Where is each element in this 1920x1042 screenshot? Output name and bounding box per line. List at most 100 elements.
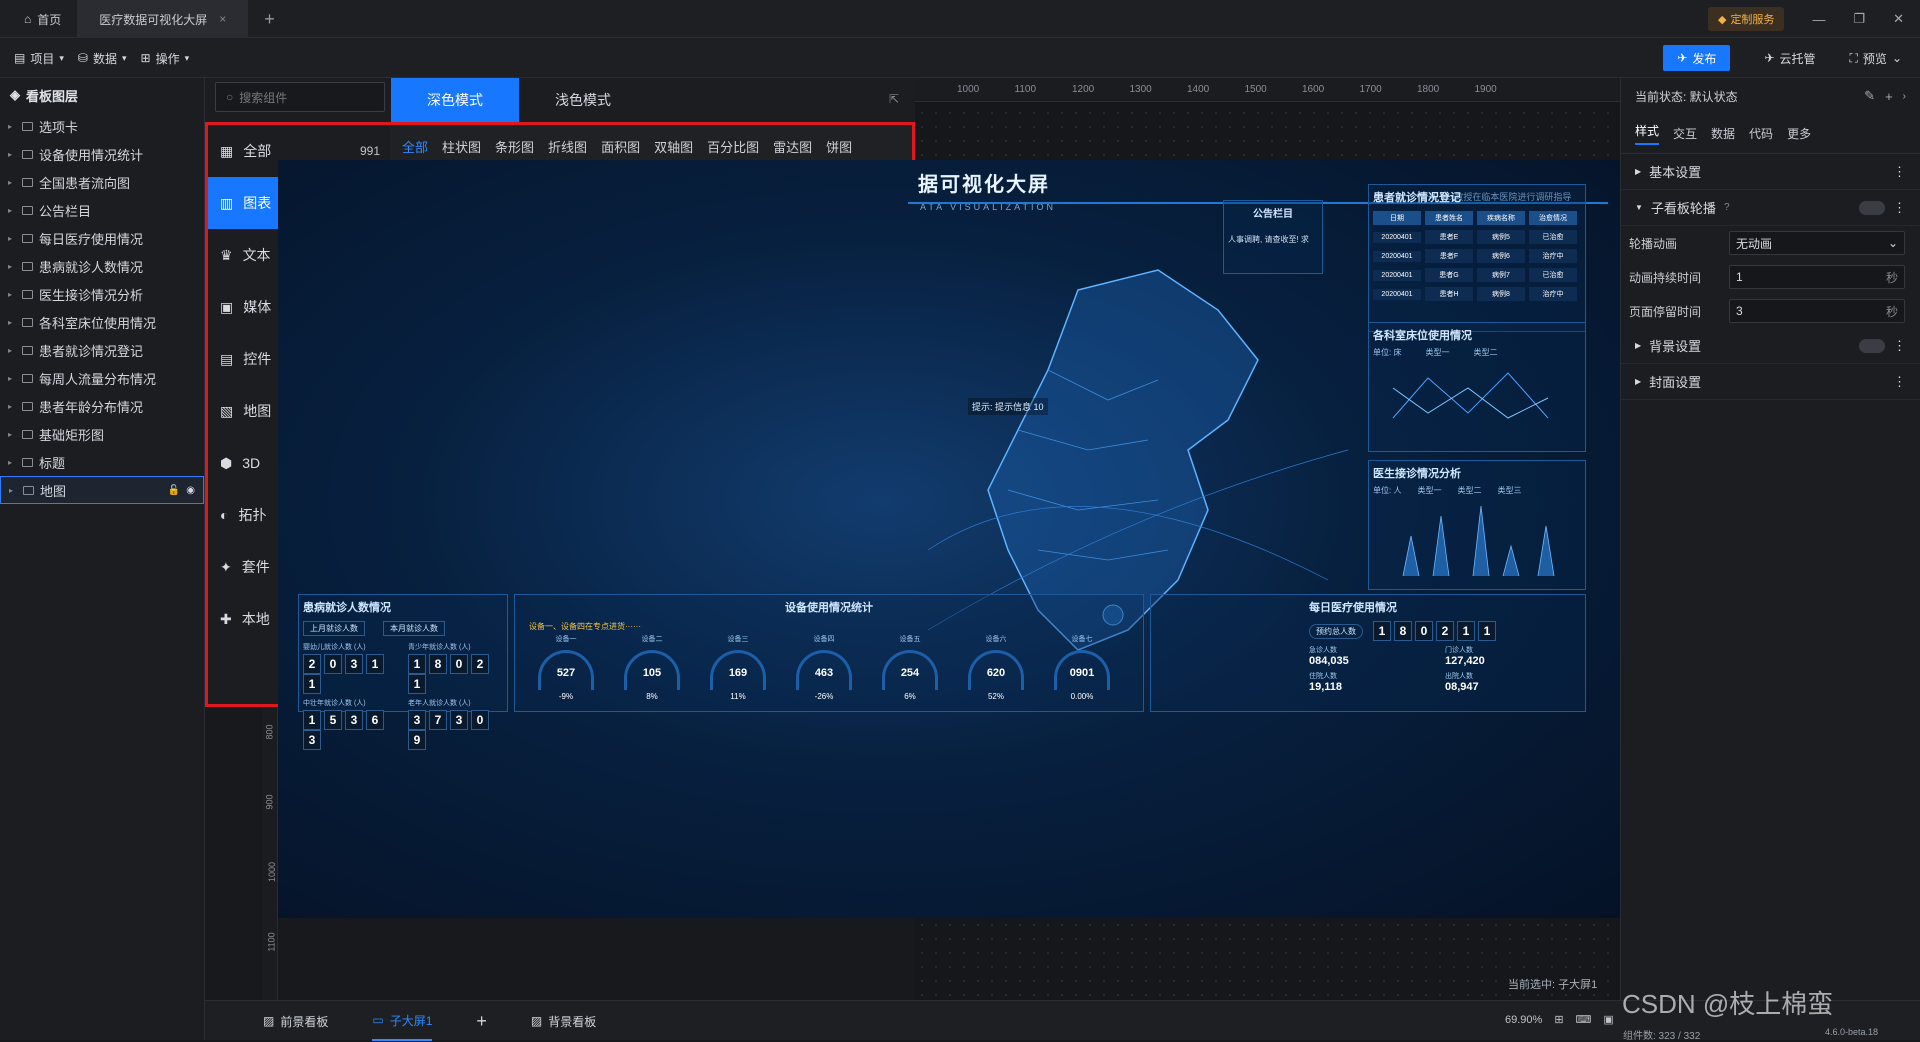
layer-item[interactable]: ▸ 每日医疗使用情况 [0, 224, 204, 252]
search-placeholder: 搜索组件 [239, 90, 288, 105]
layer-item[interactable]: ▸ 各科室床位使用情况 [0, 308, 204, 336]
daily-title: 每日医疗使用情况 [1309, 602, 1397, 614]
chevron-down-icon: ⌄ [1887, 236, 1898, 250]
light-mode-tab[interactable]: 浅色模式 [519, 78, 647, 122]
beds-legend-2: 类型二 [1473, 348, 1498, 357]
anim-select[interactable]: 无动画 ⌄ [1729, 231, 1905, 255]
layer-item[interactable]: ▸ 患者就诊情况登记 [0, 336, 204, 364]
digit-box: 7 [429, 710, 447, 730]
tab-background[interactable]: ▨ 背景看板 [531, 1013, 596, 1030]
layer-icon [23, 485, 34, 495]
devices-title: 设备使用情况统计 [785, 602, 873, 614]
tab-document[interactable]: 医疗数据可视化大屏 × [77, 0, 249, 38]
chart-tab[interactable]: 百分比图 [707, 137, 759, 156]
new-tab-button[interactable]: + [248, 0, 291, 38]
zoom-level[interactable]: 69.90% [1505, 1014, 1542, 1026]
stay-input[interactable]: 3秒 [1729, 299, 1905, 323]
lock-icon[interactable]: 🔓 [168, 485, 180, 496]
layer-item[interactable]: ▸ 患病就诊人数情况 [0, 252, 204, 280]
caret-right-icon: ▸ [8, 457, 13, 467]
category-count: 991 [359, 144, 380, 158]
close-window-icon[interactable]: ✕ [1893, 11, 1904, 27]
publish-label: 发布 [1692, 51, 1717, 66]
custom-service-button[interactable]: ◆ 定制服务 [1707, 7, 1785, 31]
digit-box: 1 [303, 674, 321, 694]
basic-settings[interactable]: ▶ 基本设置 ⋮ [1621, 154, 1920, 190]
restore-icon[interactable]: ❐ [1853, 11, 1865, 27]
chart-tab[interactable]: 全部 [402, 137, 428, 156]
edit-icon[interactable]: ✎ [1864, 88, 1875, 104]
more-icon[interactable]: ⋮ [1893, 374, 1906, 390]
layer-item[interactable]: ▸ 选项卡 [0, 112, 204, 140]
prop-tab[interactable]: 代码 [1749, 125, 1773, 142]
caret-right-icon: ▶ [1635, 341, 1642, 350]
menu-data[interactable]: ⛁ 数据 ▾ [78, 50, 127, 67]
keyboard-icon[interactable]: ⌨ [1576, 1013, 1592, 1026]
layer-item[interactable]: ▸ 公告栏目 [0, 196, 204, 224]
teen-label: 青少年就诊人数 (人) [408, 644, 471, 651]
chart-tab[interactable]: 雷达图 [773, 137, 812, 156]
left-ruler: 800 900 1000 1100 [262, 707, 278, 1000]
search-input[interactable]: ○ 搜索组件 [215, 82, 385, 112]
layer-item[interactable]: ▸ 基础矩形图 [0, 420, 204, 448]
ruler-tick: 1600 [1302, 84, 1325, 95]
preview-button[interactable]: ⛶ 预览 ⌄ [1850, 50, 1902, 67]
chart-tab[interactable]: 柱状图 [442, 137, 481, 156]
layer-item[interactable]: ▸ 医生接诊情况分析 [0, 280, 204, 308]
terminal-icon[interactable]: ▣ [1603, 1013, 1613, 1026]
tab-home[interactable]: ⌂ 首页 [0, 0, 77, 38]
anim-value: 无动画 [1736, 236, 1773, 251]
chart-tab[interactable]: 条形图 [495, 137, 534, 156]
layer-item[interactable]: ▸ 标题 [0, 448, 204, 476]
minimize-icon[interactable]: — [1812, 12, 1825, 27]
tab-foreground[interactable]: ▨ 前景看板 [263, 1013, 328, 1030]
layer-item[interactable]: ▸ 全国患者流向图 [0, 168, 204, 196]
duration-input[interactable]: 1秒 [1729, 265, 1905, 289]
layer-item[interactable]: ▸ 患者年龄分布情况 [0, 392, 204, 420]
digit-box: 1 [1457, 621, 1475, 641]
dashboard-preview[interactable]: 据可视化大屏 ATA VISUALIZATION ◀ xxx教授在临本医院进行调研… [278, 160, 1620, 918]
layer-item[interactable]: ▸ 每周人流量分布情况 [0, 364, 204, 392]
fit-icon[interactable]: ⊞ [1554, 1013, 1563, 1026]
layer-item[interactable]: ▸ 设备使用情况统计 [0, 140, 204, 168]
chevron-right-icon[interactable]: › [1903, 91, 1906, 102]
menu-project[interactable]: ▤ 项目 ▾ [14, 50, 64, 67]
chart-tab[interactable]: 折线图 [548, 137, 587, 156]
eye-icon[interactable]: ◉ [186, 485, 195, 496]
popout-icon[interactable]: ⇱ [889, 92, 899, 106]
chart-tab[interactable]: 双轴图 [654, 137, 693, 156]
chart-tab[interactable]: 面积图 [601, 137, 640, 156]
notice-title: 公告栏目 [1253, 209, 1293, 220]
cover-settings[interactable]: ▶ 封面设置 ⋮ [1621, 364, 1920, 400]
layer-item[interactable]: ▸ 地图 🔓 ◉ [0, 476, 204, 504]
prop-tab[interactable]: 样式 [1635, 122, 1660, 145]
bg-settings[interactable]: ▶ 背景设置 ⋮ [1621, 328, 1920, 364]
more-icon[interactable]: ⋮ [1893, 200, 1906, 216]
more-icon[interactable]: ⋮ [1893, 338, 1906, 354]
menu-ops[interactable]: ⊞ 操作 ▾ [141, 50, 190, 67]
layer-icon [22, 121, 33, 131]
prop-tab[interactable]: 交互 [1673, 125, 1697, 142]
cloud-button[interactable]: ✈ 云托管 [1764, 50, 1815, 67]
preview-label: 预览 [1862, 51, 1887, 66]
digit-box: 3 [303, 730, 321, 750]
toggle-switch[interactable] [1859, 200, 1885, 215]
prop-tab[interactable]: 数据 [1711, 125, 1735, 142]
publish-button[interactable]: ✈ 发布 [1663, 45, 1731, 71]
more-icon[interactable]: ⋮ [1893, 164, 1906, 180]
dark-mode-tab[interactable]: 深色模式 [391, 78, 519, 122]
carousel-settings[interactable]: ▼ 子看板轮播? ⋮ [1621, 190, 1920, 226]
chart-tab[interactable]: 饼图 [826, 137, 852, 156]
toggle-switch[interactable] [1859, 338, 1885, 353]
add-board-button[interactable]: + [476, 1011, 487, 1032]
ruler-tick: 800 [264, 724, 275, 740]
prop-tab[interactable]: 更多 [1787, 125, 1811, 142]
tab-subscreen[interactable]: ▭ 子大屏1 [372, 1001, 433, 1041]
close-icon[interactable]: × [219, 12, 226, 26]
add-icon[interactable]: + [1885, 89, 1893, 104]
duration-row: 动画持续时间 1 秒 [1621, 260, 1920, 294]
device-value: 105 [642, 667, 662, 679]
help-icon[interactable]: ? [1724, 202, 1730, 213]
watermark: CSDN @枝上棉蛮 [1622, 989, 1834, 1019]
doctor-unit: 单位: 人 [1373, 486, 1402, 495]
